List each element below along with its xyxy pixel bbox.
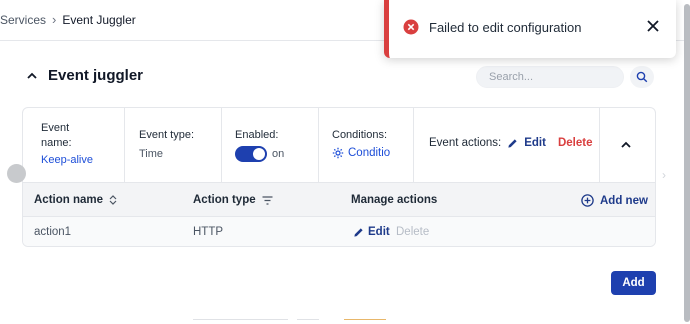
actions-table-header: Action name Action type Manage actions A…	[23, 182, 655, 217]
column-action-name-label: Action name	[34, 194, 104, 206]
event-name-value: Keep-alive	[41, 154, 93, 166]
event-summary: Event name: Keep-alive Event type: Time …	[23, 108, 655, 182]
breadcrumb-current: Event Juggler	[62, 12, 136, 27]
gear-icon	[332, 147, 344, 159]
event-delete-link[interactable]: Delete	[558, 137, 593, 149]
scrollbar[interactable]	[682, 0, 690, 324]
event-name-cell: Event name: Keep-alive	[23, 108, 125, 182]
bottom-fragment	[297, 319, 319, 324]
action-type-cell: HTTP	[193, 226, 224, 238]
search-button[interactable]	[630, 66, 654, 88]
event-card: Event name: Keep-alive Event type: Time …	[22, 107, 656, 247]
event-type-label: Event type:	[139, 129, 195, 141]
add-button[interactable]: Add	[611, 271, 656, 295]
enabled-cell: Enabled: on	[222, 108, 319, 182]
enabled-label: Enabled:	[235, 129, 279, 141]
error-icon	[403, 19, 419, 35]
search-input[interactable]	[477, 67, 623, 87]
add-new-button[interactable]: Add new	[581, 194, 648, 207]
chevron-up-icon[interactable]	[26, 70, 38, 82]
conditions-value: Conditio	[348, 147, 391, 159]
chevron-right-icon: ›	[52, 12, 57, 27]
chevron-up-icon	[621, 141, 631, 148]
section-header[interactable]: Event juggler	[26, 67, 143, 84]
plus-circle-icon	[581, 194, 594, 207]
bottom-fragment	[344, 319, 386, 324]
add-new-label: Add new	[600, 194, 648, 207]
breadcrumb: Services › Event Juggler	[0, 12, 136, 27]
breadcrumb-services-link[interactable]: Services	[0, 13, 46, 27]
scrollbar-thumb[interactable]	[684, 4, 690, 322]
row-edit-button[interactable]: Edit	[353, 226, 390, 238]
row-delete-button[interactable]: Delete	[396, 226, 429, 238]
row-edit-label: Edit	[368, 226, 390, 238]
sort-icon	[109, 195, 117, 205]
filter-icon	[262, 195, 273, 205]
conditions-link[interactable]: Conditio	[332, 147, 390, 159]
close-icon[interactable]	[645, 18, 661, 34]
toggle-knob	[253, 148, 265, 160]
carousel-prev-handle[interactable]	[7, 164, 26, 183]
search-box[interactable]	[476, 66, 624, 88]
enabled-toggle[interactable]	[235, 146, 267, 162]
column-manage-actions: Manage actions	[351, 194, 437, 206]
event-type-cell: Event type: Time	[125, 108, 222, 182]
event-actions-row: Event actions: Edit Delete	[429, 137, 593, 149]
event-edit-link[interactable]: Edit	[524, 137, 546, 149]
conditions-cell: Conditions: Conditio	[319, 108, 414, 182]
conditions-label: Conditions:	[332, 129, 388, 141]
event-actions-label: Event actions:	[429, 137, 502, 149]
chevron-right-icon[interactable]: ›	[662, 168, 666, 182]
bottom-fragment	[193, 319, 288, 324]
pencil-icon	[354, 227, 363, 237]
error-toast: Failed to edit configuration	[384, 0, 676, 58]
action-name-cell: action1	[34, 226, 72, 238]
event-actions-cell: Event actions: Edit Delete	[414, 108, 600, 182]
enabled-state: on	[272, 148, 285, 160]
event-type-value: Time	[139, 148, 164, 160]
column-action-type[interactable]: Action type	[193, 194, 273, 206]
event-name-label: Event name:	[41, 122, 72, 149]
pencil-icon	[508, 138, 517, 148]
collapse-row-button[interactable]	[620, 139, 632, 154]
table-row: action1 HTTP Edit Delete	[23, 217, 655, 246]
column-action-type-label: Action type	[193, 194, 256, 206]
column-action-name[interactable]: Action name	[34, 194, 117, 206]
section-title: Event juggler	[48, 67, 144, 84]
toast-message: Failed to edit configuration	[429, 20, 582, 35]
search-icon	[636, 71, 648, 83]
column-manage-actions-label: Manage actions	[351, 194, 438, 206]
